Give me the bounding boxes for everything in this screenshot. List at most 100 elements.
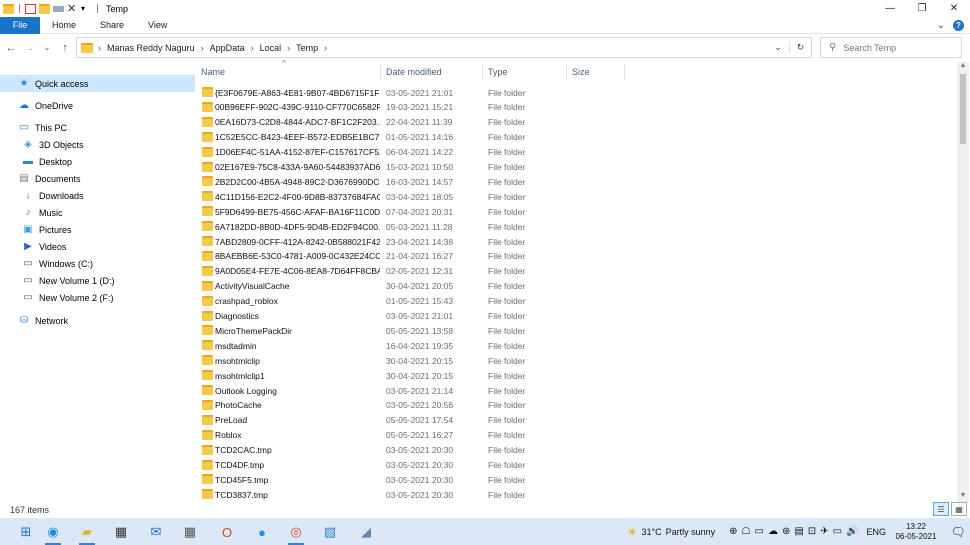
- recent-locations-button[interactable]: ⌄: [40, 41, 54, 55]
- notifications-icon[interactable]: 🗨: [946, 525, 970, 539]
- file-row[interactable]: Diagnostics 03-05-2021 21:01 File folder: [196, 309, 956, 324]
- column-divider[interactable]: [566, 64, 567, 80]
- sidebar-item-pictures[interactable]: ▣ Pictures: [22, 221, 71, 238]
- file-row[interactable]: 0EA16D73-C2D8-4844-ADC7-BF1C2F203... 22-0…: [196, 115, 956, 130]
- sidebar-item-windows-c[interactable]: ▭ Windows (C:): [22, 255, 93, 272]
- file-row[interactable]: PhotoCache 03-05-2021 20:56 File folder: [196, 398, 956, 413]
- file-row[interactable]: TCD2CAC.tmp 03-05-2021 20:30 File folder: [196, 443, 956, 458]
- sidebar-item-onedrive[interactable]: ☁ OneDrive: [18, 97, 73, 114]
- file-row[interactable]: Roblox 05-05-2021 16:27 File folder: [196, 428, 956, 443]
- sidebar-item-downloads[interactable]: ↓ Downloads: [22, 187, 84, 204]
- breadcrumb-separator[interactable]: ›: [251, 43, 254, 53]
- clock[interactable]: 13:22 06-05-2021: [894, 522, 938, 542]
- sidebar-item-videos[interactable]: ▶ Videos: [22, 238, 66, 255]
- column-divider[interactable]: [380, 64, 381, 80]
- file-row[interactable]: msohtmlclip1 30-04-2021 20:15 File folder: [196, 368, 956, 383]
- file-row[interactable]: 5F9D6499-BE75-456C-AFAF-BA16F11C0D... 07-…: [196, 204, 956, 219]
- chrome-icon[interactable]: ◎: [285, 521, 307, 545]
- file-row[interactable]: 7ABD2809-0CFF-412A-8242-0B588021F42D 23-0…: [196, 234, 956, 249]
- help-icon[interactable]: ?: [953, 20, 964, 31]
- sidebar-item-music[interactable]: ♪ Music: [22, 204, 63, 221]
- address-bar[interactable]: › Manas Reddy Naguru › AppData › Local ›…: [76, 37, 812, 58]
- maximize-button[interactable]: ❐: [906, 0, 938, 17]
- tab-view[interactable]: View: [136, 17, 179, 34]
- file-row[interactable]: 6A7182DD-8B0D-4DF5-9D4B-ED2F94C00... 05-0…: [196, 219, 956, 234]
- scroll-down-arrow[interactable]: ▼: [957, 492, 969, 502]
- file-row[interactable]: Outlook Logging 03-05-2021 21:14 File fold…: [196, 383, 956, 398]
- large-icons-view-icon[interactable]: ▦: [951, 502, 967, 516]
- security-icon[interactable]: ⊛: [782, 526, 790, 537]
- cloud-tray-icon[interactable]: ☁: [768, 526, 778, 537]
- battery-icon[interactable]: ▭: [833, 526, 842, 537]
- file-row[interactable]: msdtadmin 16-04-2021 19:35 File folder: [196, 338, 956, 353]
- file-row[interactable]: 8BAEBB6E-53C0-4781-A009-0C432E24CC... 21-…: [196, 249, 956, 264]
- file-row[interactable]: 02E167E9-75C8-433A-9A60-54483937AD61 15-0…: [196, 160, 956, 175]
- weather-widget[interactable]: ☀ 31°C Partly sunny: [627, 525, 715, 539]
- address-dropdown-icon[interactable]: ⌄: [767, 42, 789, 53]
- sidebar-item-documents[interactable]: ▤ Documents: [18, 170, 80, 187]
- vertical-scrollbar[interactable]: ▲ ▼: [957, 62, 969, 502]
- breadcrumb-item[interactable]: AppData: [210, 43, 245, 53]
- column-header-name[interactable]: Name: [201, 62, 225, 82]
- properties-icon[interactable]: [25, 3, 36, 14]
- airplane-mode-icon[interactable]: ✈: [820, 526, 828, 537]
- sidebar-item-this-pc[interactable]: ▭ This PC: [18, 119, 67, 136]
- calculator-icon[interactable]: ▦: [179, 521, 201, 543]
- file-row[interactable]: crashpad_roblox 01-05-2021 15:43 File fold…: [196, 294, 956, 309]
- expand-ribbon-icon[interactable]: ⌄: [937, 20, 945, 31]
- forward-button[interactable]: →: [22, 41, 36, 55]
- language-indicator[interactable]: ENG: [866, 527, 886, 537]
- breadcrumb-separator[interactable]: ›: [324, 43, 327, 53]
- file-row[interactable]: TCD4DF.tmp 03-05-2021 20:30 File folder: [196, 458, 956, 473]
- defender-icon[interactable]: ⊕: [729, 526, 737, 537]
- teams-icon[interactable]: ☖: [742, 526, 751, 537]
- file-row[interactable]: 1C52E5CC-B423-4EEF-B572-EDB5E1BC7E80 01-0…: [196, 130, 956, 145]
- tab-home[interactable]: Home: [40, 17, 88, 34]
- store-icon[interactable]: ▦: [110, 521, 132, 543]
- column-divider[interactable]: [482, 64, 483, 80]
- column-header-size[interactable]: Size: [572, 62, 590, 82]
- rename-icon[interactable]: [53, 5, 64, 12]
- breadcrumb-item[interactable]: Temp: [296, 43, 318, 53]
- file-row[interactable]: 9A0D05E4-FE7E-4C06-8EA8-7D64FF8CBA... 02-…: [196, 264, 956, 279]
- scrollbar-thumb[interactable]: [960, 74, 966, 144]
- display-icon[interactable]: ⊡: [808, 526, 816, 537]
- refresh-icon[interactable]: ↻: [789, 42, 811, 53]
- breadcrumb-separator[interactable]: ›: [201, 43, 204, 53]
- file-row[interactable]: msohtmlclip 30-04-2021 20:15 File folder: [196, 353, 956, 368]
- delete-icon[interactable]: ✕: [67, 3, 78, 14]
- volume-icon[interactable]: 🔊: [846, 526, 858, 537]
- sidebar-item-new-volume-f[interactable]: ▭ New Volume 2 (F:): [22, 289, 113, 306]
- sidebar-item-quick-access[interactable]: ★ Quick access: [0, 75, 195, 92]
- column-divider[interactable]: [624, 64, 625, 80]
- breadcrumb-separator[interactable]: ›: [287, 43, 290, 53]
- close-button[interactable]: ✕: [938, 0, 970, 17]
- file-row[interactable]: TCD45F5.tmp 03-05-2021 20:30 File folder: [196, 472, 956, 487]
- file-row[interactable]: ActivityVisualCache 30-04-2021 20:05 File …: [196, 279, 956, 294]
- file-row[interactable]: MicroThemePackDir 05-05-2021 13:58 File fo…: [196, 323, 956, 338]
- breadcrumb-item[interactable]: Local: [260, 43, 282, 53]
- breadcrumb-item[interactable]: Manas Reddy Naguru: [107, 43, 195, 53]
- file-row[interactable]: TCD3837.tmp 03-05-2021 20:30 File folder: [196, 487, 956, 502]
- file-explorer-icon[interactable]: ▰: [76, 521, 98, 545]
- file-row[interactable]: {E3F0679E-A863-4E81-9B07-4BD6715F1F3... 0…: [196, 85, 956, 100]
- details-view-icon[interactable]: ☰: [933, 502, 949, 516]
- windows-start-icon[interactable]: ⊞: [15, 521, 37, 543]
- sidebar-item-desktop[interactable]: ▬ Desktop: [22, 153, 72, 170]
- mail-icon[interactable]: ✉: [145, 521, 167, 543]
- back-button[interactable]: ←: [4, 41, 18, 55]
- onedrive-tray-icon[interactable]: ▭: [755, 526, 764, 537]
- tab-file[interactable]: File: [0, 16, 40, 34]
- minimize-button[interactable]: —: [874, 0, 906, 17]
- file-row[interactable]: 4C11D156-E2C2-4F00-9D8B-83737684FAC7 03-0…: [196, 189, 956, 204]
- photos-icon[interactable]: ▧: [319, 521, 341, 543]
- column-header-date-modified[interactable]: Date modified: [386, 62, 442, 82]
- file-row[interactable]: 1D06EF4C-51AA-4152-87EF-C157617CF522 06-0…: [196, 145, 956, 160]
- new-folder-icon[interactable]: [39, 3, 50, 14]
- customize-toolbar-icon[interactable]: ▾: [81, 4, 92, 14]
- sidebar-item-new-volume-d[interactable]: ▭ New Volume 1 (D:): [22, 272, 114, 289]
- search-input[interactable]: ⚲ Search Temp: [820, 37, 962, 58]
- up-button[interactable]: ↑: [58, 41, 72, 55]
- sidebar-item-3d-objects[interactable]: ◈ 3D Objects: [22, 136, 83, 153]
- file-row[interactable]: 00B96EFF-902C-439C-9110-CF770C6582FC 19-0…: [196, 100, 956, 115]
